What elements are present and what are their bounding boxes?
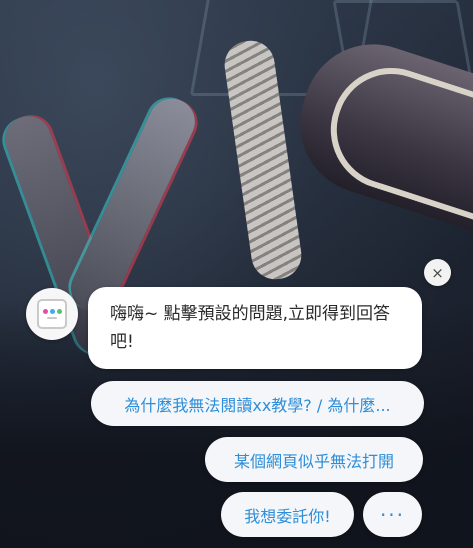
suggestion-label: 為什麼我無法閱讀xx教學? / 為什麼... [124, 395, 391, 415]
greeting-message: 嗨嗨~ 點擊預設的問題,立即得到回答吧! [88, 287, 422, 369]
close-icon[interactable]: × [424, 259, 451, 286]
robot-icon [37, 299, 67, 329]
suggestion-button-tutorial[interactable]: 為什麼我無法閱讀xx教學? / 為什麼... [91, 381, 424, 426]
suggestion-button-commission[interactable]: 我想委託你! [221, 492, 354, 537]
bot-avatar [26, 288, 78, 340]
suggestion-label: 我想委託你! [244, 506, 331, 526]
more-options-button[interactable]: ··· [363, 492, 422, 537]
suggestion-label: 某個網頁似乎無法打開 [233, 451, 394, 471]
suggestion-button-page-not-opening[interactable]: 某個網頁似乎無法打開 [205, 437, 423, 482]
